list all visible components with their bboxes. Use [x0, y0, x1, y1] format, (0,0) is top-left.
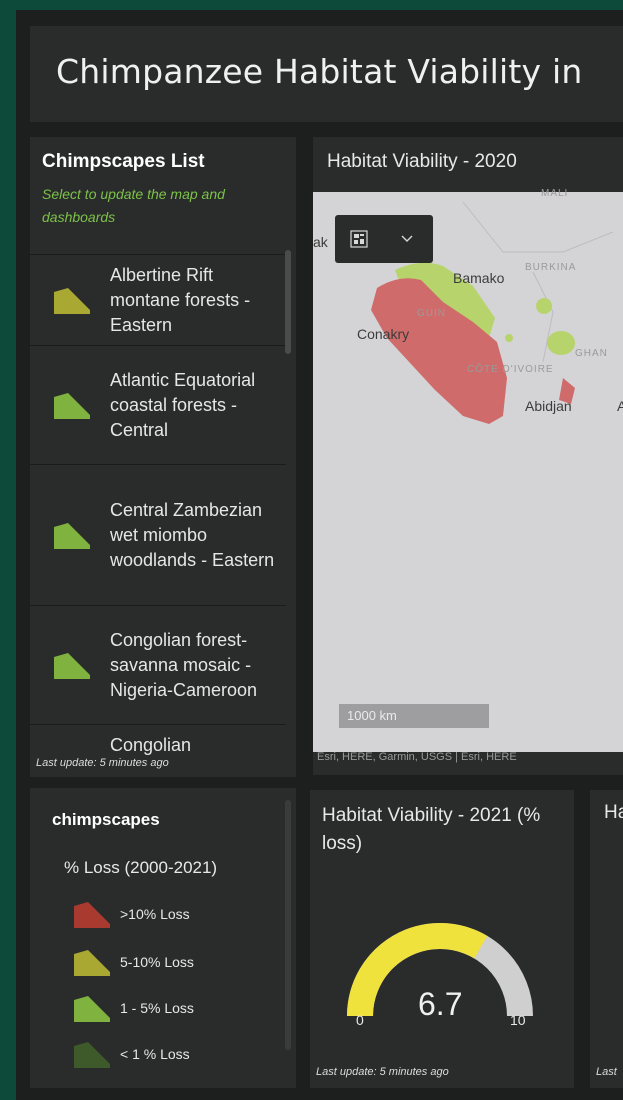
map-label-ghana: GHAN — [575, 348, 608, 359]
map-toolbar — [335, 215, 433, 263]
map-attribution[interactable]: Esri, HERE, Garmin, USGS | Esri, HERE — [317, 751, 517, 763]
map-label-accra: A — [617, 398, 623, 414]
list-item-label: Atlantic Equatorial coastal forests - Ce… — [110, 369, 256, 440]
legend-item-label: 1 - 5% Loss — [120, 1000, 194, 1016]
map-region-low-loss — [536, 298, 552, 314]
polygon-swatch-icon — [74, 902, 110, 928]
list-item-albertine-rift[interactable]: Albertine Rift montane forests - Eastern — [30, 254, 286, 345]
legend-item-label: 5-10% Loss — [120, 954, 194, 970]
polygon-swatch-icon — [74, 1042, 110, 1068]
legend-scrollbar[interactable] — [285, 800, 291, 1050]
map-label-guinea: GUIN — [417, 308, 446, 319]
list-items: Albertine Rift montane forests - Eastern… — [30, 254, 286, 777]
legend-subtitle: % Loss (2000-2021) — [64, 858, 218, 877]
legend-panel: chimpscapes % Loss (2000-2021) >10% Loss… — [30, 788, 296, 1088]
gauge-min-label: 0 — [356, 1012, 364, 1028]
third-last-update: Last — [596, 1066, 617, 1078]
layer-list-icon — [350, 230, 368, 248]
list-item-atlantic-equatorial[interactable]: Atlantic Equatorial coastal forests - Ce… — [30, 345, 286, 464]
gauge-title: Habitat Viability - 2021 (% loss) — [322, 805, 541, 854]
polygon-swatch-icon — [54, 393, 90, 419]
list-subtitle: Select to update the map and dashboards — [42, 186, 225, 225]
map-label-dakar: ak — [313, 234, 328, 250]
map-panel: Habitat Viability - 2020 MALI BURKINA Ba… — [313, 137, 623, 775]
map-label-abidjan: Abidjan — [525, 398, 572, 414]
gauge-max-label: 10 — [510, 1012, 526, 1028]
gauge-panel: Habitat Viability - 2021 (% loss) 6.7 0 … — [310, 790, 574, 1088]
map-region-high-loss — [371, 278, 507, 424]
gauge-value: 6.7 — [418, 986, 463, 1022]
list-last-update: Last update: 5 minutes ago — [36, 757, 169, 769]
list-item-label: Central Zambezian wet miombo woodlands -… — [110, 499, 275, 570]
list-item-central-zambezian[interactable]: Central Zambezian wet miombo woodlands -… — [30, 464, 286, 605]
chevron-down-icon — [401, 235, 413, 242]
toolbar-dropdown-button[interactable] — [383, 215, 431, 263]
dashboard-title: Chimpanzee Habitat Viability in — [56, 52, 583, 91]
legend-item-medium-loss: 5-10% Loss — [74, 948, 194, 976]
map-view[interactable]: MALI BURKINA Bamako Conakry GUIN GHAN CÔ… — [313, 188, 623, 752]
third-panel-title: Ha — [604, 802, 623, 823]
map-label-conakry: Conakry — [357, 326, 410, 342]
polygon-swatch-icon — [74, 996, 110, 1022]
legend-item-label: < 1 % Loss — [120, 1046, 190, 1062]
polygon-swatch-icon — [54, 288, 90, 314]
legend-item-low-loss: 1 - 5% Loss — [74, 994, 194, 1022]
gauge-last-update: Last update: 5 minutes ago — [316, 1066, 449, 1078]
list-title: Chimpscapes List — [42, 151, 205, 172]
map-label-cote-divoire: CÔTE D'IVOIRE — [467, 364, 554, 375]
map-region-low-loss — [547, 331, 575, 355]
layer-list-button[interactable] — [335, 215, 383, 263]
chimpscapes-list-panel: Chimpscapes List Select to update the ma… — [30, 137, 296, 777]
legend-item-high-loss: >10% Loss — [74, 900, 190, 928]
map-label-burkina: BURKINA — [525, 262, 577, 273]
map-label-mali: MALI — [541, 188, 569, 199]
title-panel: Chimpanzee Habitat Viability in — [30, 26, 623, 122]
list-item-label: Albertine Rift montane forests - Eastern — [110, 264, 251, 335]
list-item-congolian-forest-savanna[interactable]: Congolian forest-savanna mosaic - Nigeri… — [30, 605, 286, 724]
third-panel: Ha Last — [590, 790, 623, 1088]
polygon-swatch-icon — [54, 653, 90, 679]
list-item-label: Congolian — [110, 735, 192, 755]
map-region-low-loss — [505, 334, 513, 342]
list-item-label: Congolian forest-savanna mosaic - Nigeri… — [110, 629, 258, 700]
legend-item-label: >10% Loss — [120, 906, 190, 922]
polygon-swatch-icon — [54, 523, 90, 549]
list-scrollbar[interactable] — [285, 250, 291, 354]
map-scale-bar: 1000 km — [339, 704, 489, 728]
map-title: Habitat Viability - 2020 — [327, 151, 517, 172]
legend-title: chimpscapes — [52, 810, 160, 829]
map-label-bamako: Bamako — [453, 270, 505, 286]
legend-item-minimal-loss: < 1 % Loss — [74, 1040, 190, 1068]
polygon-swatch-icon — [74, 950, 110, 976]
